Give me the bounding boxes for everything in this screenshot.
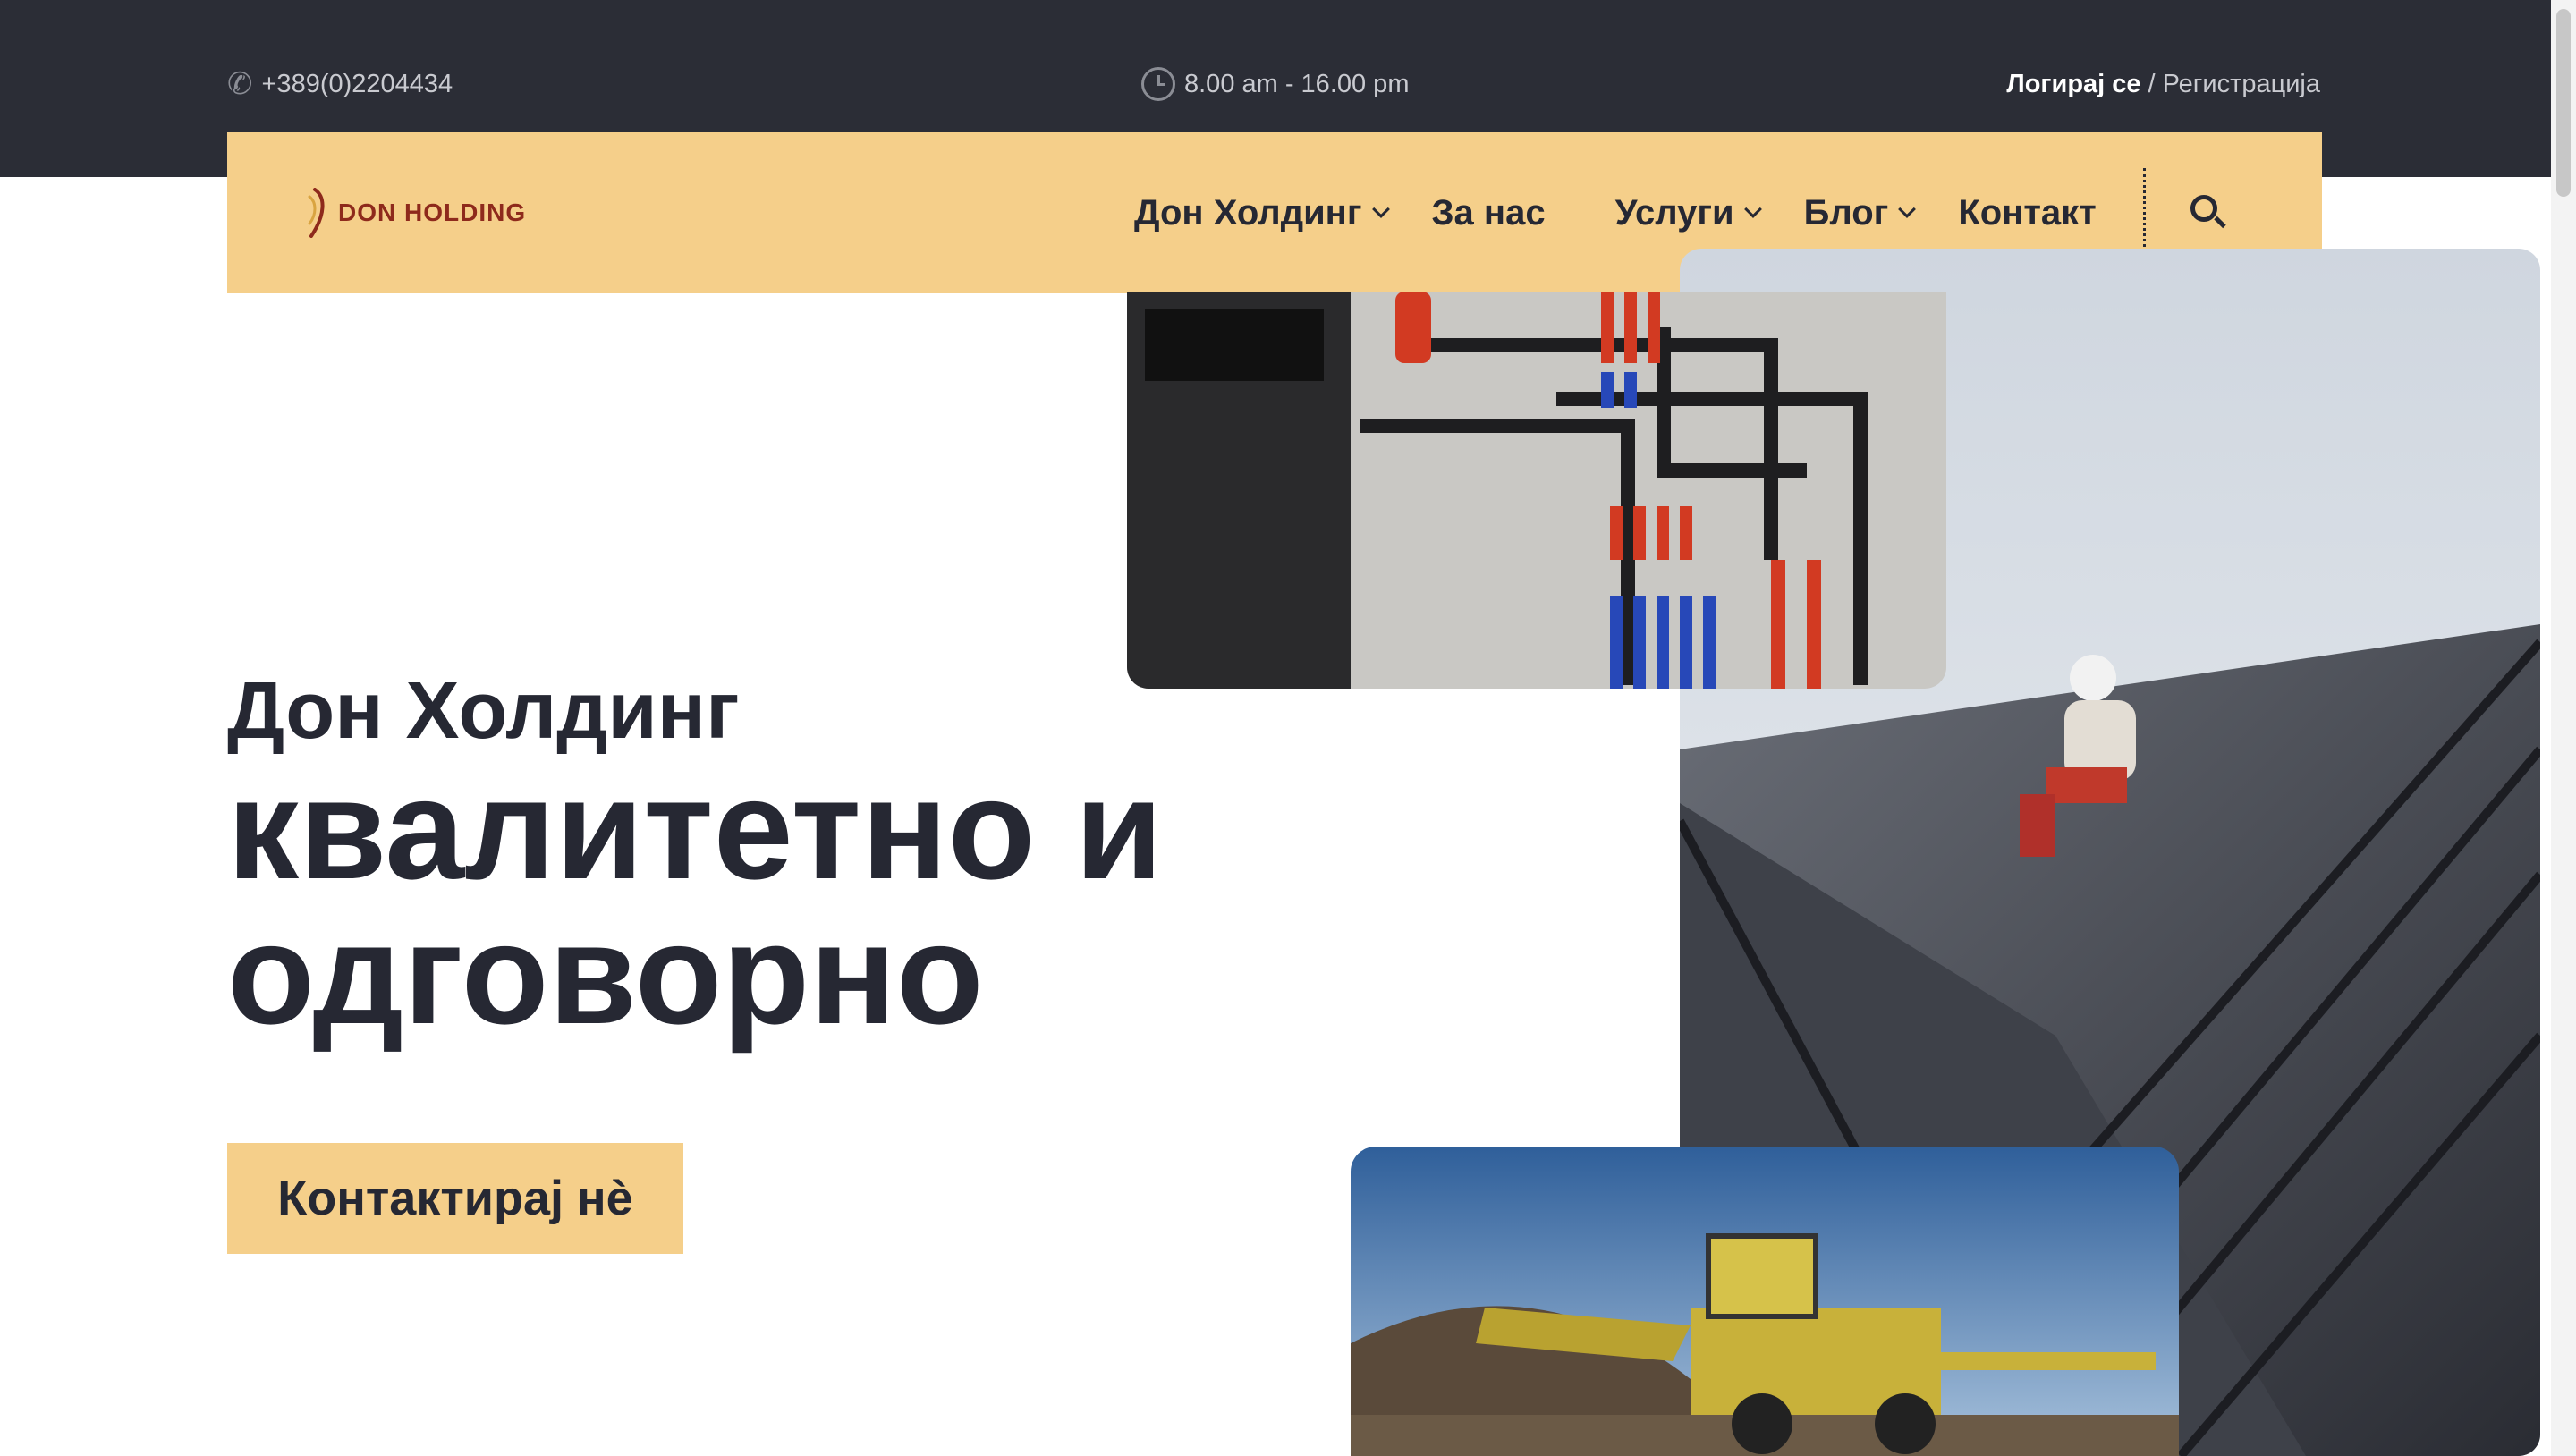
hero-title: квалитетно и одговорно [227,757,1163,1046]
chevron-down-icon [1743,200,1762,218]
logo-text: DON HOLDING [338,199,527,226]
logo-mark-icon [308,188,325,238]
contact-button[interactable]: Контактирај нè [227,1143,683,1254]
hero-title-line-1: квалитетно и [227,749,1164,909]
scrollbar-thumb[interactable] [2556,9,2571,197]
nav-item-services[interactable]: Услуги [1614,192,1762,233]
nav-item-contact[interactable]: Контакт [1958,193,2096,233]
hero-subtitle: Дон Холдинг [227,666,740,756]
nav-item-label: Контакт [1958,192,2097,233]
phone-contact[interactable]: ✆ +389(0)2204434 [227,66,453,102]
nav-item-label: Услуги [1614,192,1734,233]
nav-item-label: Блог [1803,192,1889,233]
nav-item-about[interactable]: За нас [1432,193,1546,233]
page-scrollbar[interactable] [2551,0,2576,1456]
nav-item-blog[interactable]: Блог [1803,192,1917,233]
hours-text: 8.00 am - 16.00 pm [1184,69,1410,98]
hero-title-line-2: одговорно [227,893,984,1054]
plumbing-image [1127,292,1946,689]
login-link[interactable]: Логирај се [2006,70,2140,99]
search-icon[interactable] [2189,193,2228,233]
phone-icon: ✆ [227,67,253,101]
clock-icon [1141,67,1175,101]
auth-separator: / [2148,69,2156,98]
nav-item-don-holding[interactable]: Дон Холдинг [1134,192,1390,233]
nav-item-label: Дон Холдинг [1134,192,1362,233]
auth-links: Логирај се / Регистрација [2006,66,2320,102]
working-hours: 8.00 am - 16.00 pm [1141,66,1409,102]
nav-item-label: За нас [1431,192,1546,233]
harvester-image [1351,1147,2179,1456]
nav-divider [2142,168,2146,258]
phone-number: +389(0)2204434 [261,69,453,98]
register-link[interactable]: Регистрација [2163,70,2320,99]
chevron-down-icon [1898,200,1917,218]
logo[interactable]: DON HOLDING [302,188,526,238]
chevron-down-icon [1371,200,1390,218]
